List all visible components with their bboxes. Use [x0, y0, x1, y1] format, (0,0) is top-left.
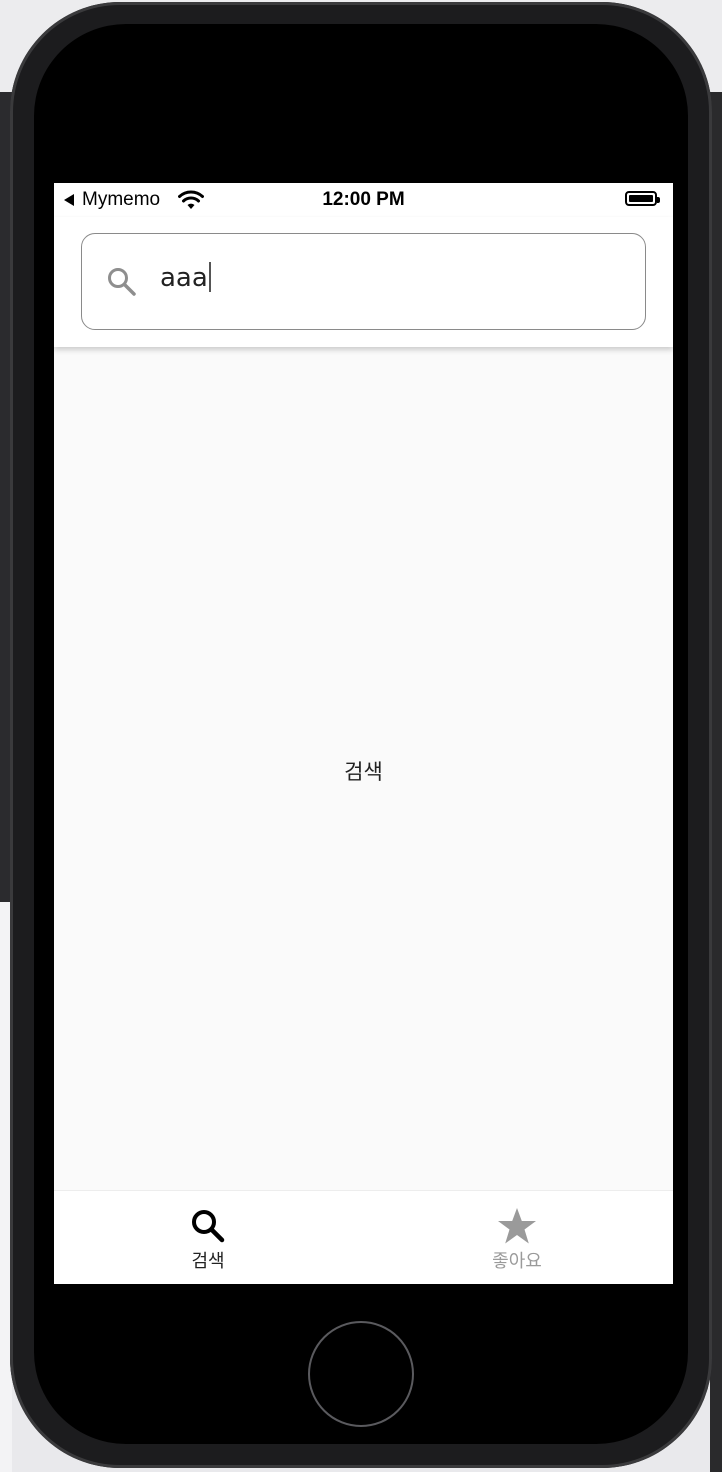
tab-favorites[interactable]: 좋아요 — [417, 1191, 617, 1284]
bottom-navigation: 검색 좋아요 — [54, 1190, 673, 1284]
search-input-value[interactable]: aaa — [160, 262, 211, 293]
battery-icon — [625, 191, 660, 206]
home-button[interactable] — [308, 1321, 414, 1427]
search-header: aaa — [54, 217, 673, 347]
search-icon — [192, 1210, 225, 1243]
page-center-label: 검색 — [344, 760, 383, 784]
search-input[interactable]: aaa — [81, 233, 646, 330]
status-time: 12:00 PM — [322, 189, 405, 210]
app-screen: Mymemo 12:00 PM aaa 검색 검색 좋아요 — [54, 183, 673, 1284]
text-cursor — [208, 262, 211, 292]
tab-search-label: 검색 — [191, 1251, 225, 1272]
tab-search[interactable]: 검색 — [108, 1191, 308, 1284]
tab-favorites-label: 좋아요 — [492, 1251, 542, 1272]
status-bar: Mymemo 12:00 PM — [54, 183, 673, 217]
battery-level — [629, 195, 653, 202]
search-icon — [108, 268, 136, 296]
star-icon — [498, 1208, 536, 1244]
